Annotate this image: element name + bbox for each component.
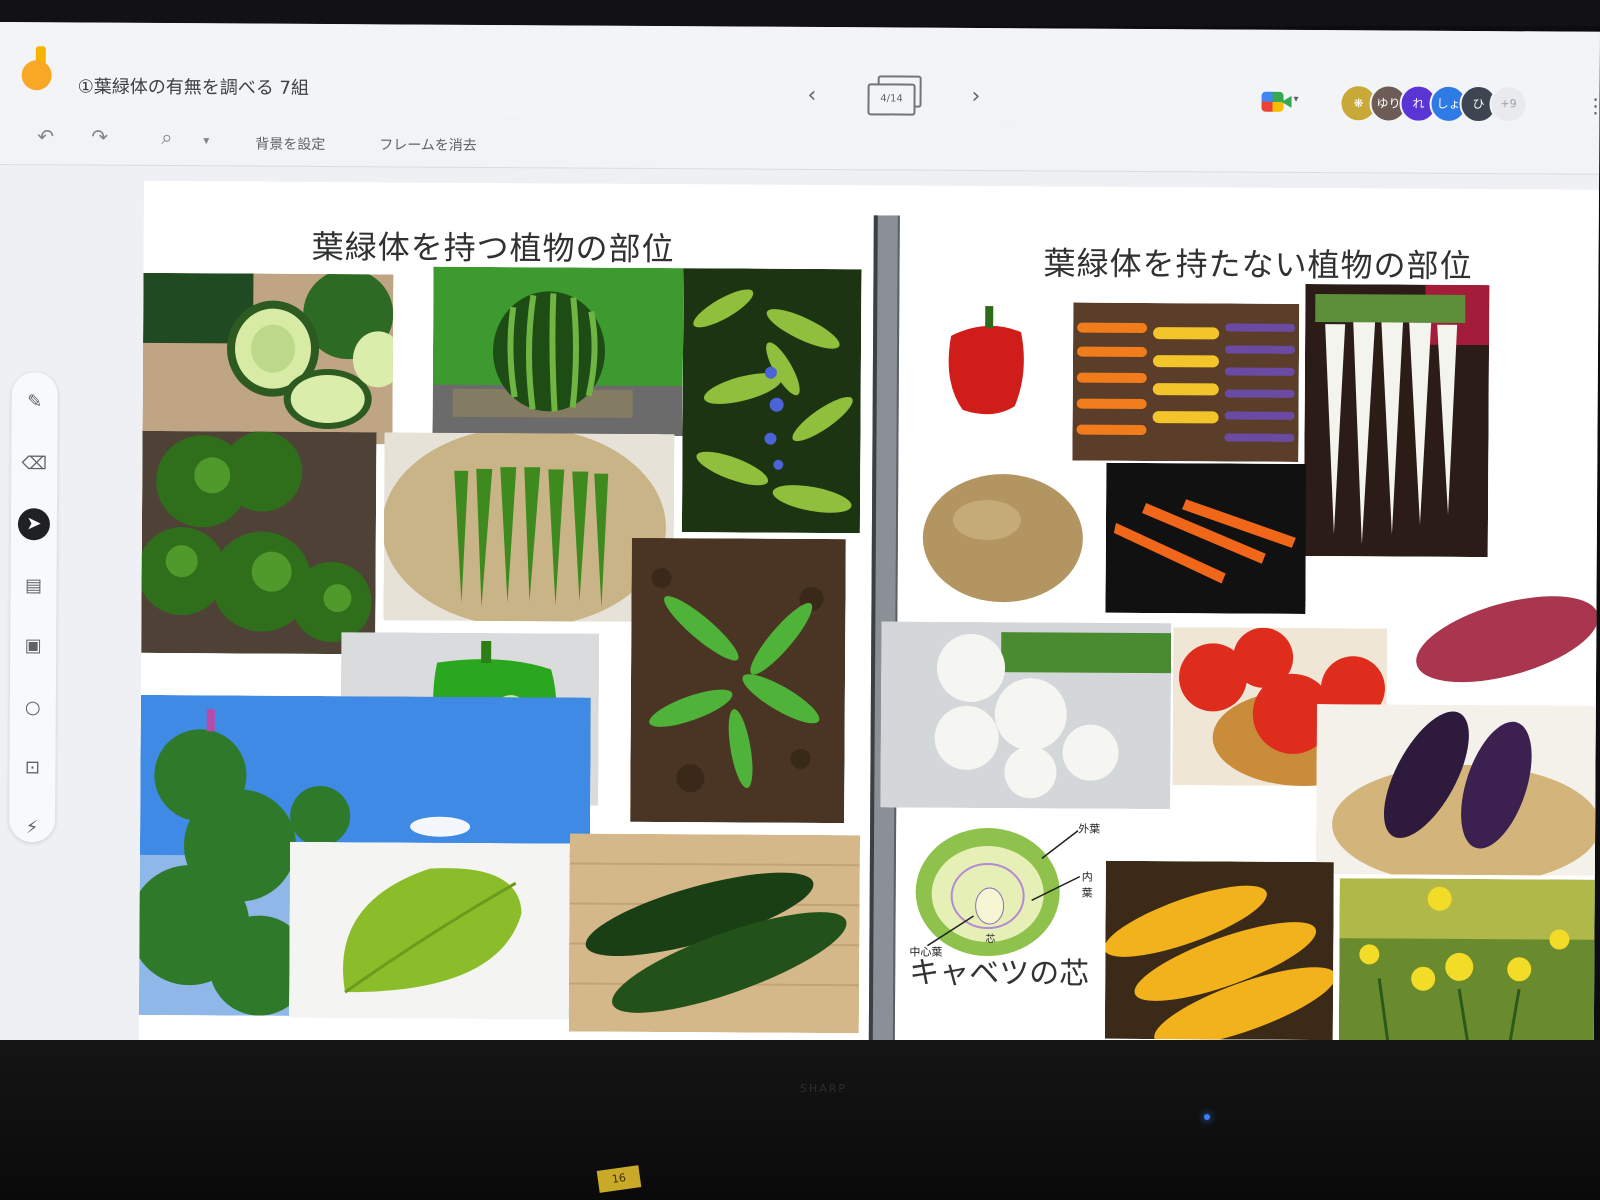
meet-icon: [1261, 91, 1284, 112]
clear-frame-button[interactable]: フレームを消去: [379, 134, 477, 155]
image-icon[interactable]: ▣: [17, 630, 49, 662]
app-bar: ①葉緑体の有無を調べる 7組 ‹ 4/14 › ▾ ❋ ゆり れ しょ ひ +9…: [0, 22, 1600, 124]
dandelion-photo[interactable]: [1338, 878, 1596, 1050]
redo-icon[interactable]: ↷: [91, 125, 108, 149]
plant-with-blue-flowers-photo[interactable]: [681, 268, 862, 534]
select-icon[interactable]: ➤: [17, 508, 51, 541]
inner-leaf-label: 内葉: [1081, 870, 1093, 900]
watermelon-photo[interactable]: [432, 266, 684, 437]
eraser-icon[interactable]: ⌫: [18, 448, 50, 480]
next-frame-button[interactable]: ›: [971, 84, 980, 109]
zoom-icon[interactable]: ⌕: [161, 125, 172, 149]
leaf-photo[interactable]: [288, 841, 570, 1020]
red-pepper-photo[interactable]: [932, 301, 1044, 423]
monitor-bezel-top: [0, 0, 1600, 26]
jamboard-screen: ①葉緑体の有無を調べる 7組 ‹ 4/14 › ▾ ❋ ゆり れ しょ ひ +9…: [0, 22, 1600, 1052]
frame-bar-toggle[interactable]: 4/14: [867, 75, 922, 116]
white-turnip-photo[interactable]: [880, 621, 1172, 810]
cucumber-photo[interactable]: [142, 272, 394, 445]
colorful-carrots-photo[interactable]: [1072, 302, 1300, 462]
sweet-potato-photo[interactable]: [1396, 588, 1598, 690]
right-heading[interactable]: 葉緑体を持たない植物の部位: [1043, 238, 1472, 287]
corn-photo[interactable]: [1104, 860, 1334, 1041]
monitor-brand: SHARP: [800, 1082, 848, 1095]
cabbage-core-label[interactable]: キャベツの芯: [909, 948, 1089, 993]
eggplant-photo[interactable]: [1315, 704, 1597, 876]
broccoli-photo[interactable]: [141, 430, 377, 655]
more-participants-badge[interactable]: +9: [1489, 85, 1528, 124]
zoom-dropdown-icon[interactable]: ▾: [203, 133, 209, 147]
daikon-radish-photo[interactable]: [1303, 283, 1490, 558]
chevron-down-icon: ▾: [1293, 93, 1299, 105]
previous-frame-button[interactable]: ‹: [807, 83, 816, 108]
power-indicator-icon: [1204, 1114, 1210, 1120]
core-label: 芯: [985, 934, 996, 946]
document-title[interactable]: ①葉緑体の有無を調べる 7組: [78, 72, 309, 99]
outer-leaf-label: 外葉: [1078, 822, 1101, 836]
circle-icon[interactable]: ○: [17, 692, 49, 724]
sticky-note-icon[interactable]: ▤: [17, 570, 49, 602]
undo-icon[interactable]: ↶: [37, 124, 54, 148]
toolbar: ↶ ↷ ⌕ ▾ 背景を設定 フレームを消去: [0, 113, 1600, 175]
more-options-icon[interactable]: ⋮: [1585, 94, 1600, 118]
pen-icon[interactable]: ✎: [19, 386, 51, 418]
zucchini-photo[interactable]: [568, 833, 861, 1034]
left-heading[interactable]: 葉緑体を持つ植物の部位: [312, 222, 675, 270]
potato-photo[interactable]: [916, 465, 1088, 607]
jam-canvas[interactable]: 葉緑体を持つ植物の部位 葉緑体を持たない植物の部位 外葉 内葉 中心葉 芯 キャ…: [138, 180, 1600, 1052]
meet-button[interactable]: ▾: [1261, 88, 1303, 118]
tool-rail: ✎ ⌫ ➤ ▤ ▣ ○ ⊡ ⚡: [8, 372, 58, 844]
text-box-icon[interactable]: ⊡: [16, 752, 48, 784]
frame-counter: 4/14: [867, 83, 916, 116]
jamboard-logo-icon[interactable]: [21, 46, 52, 91]
weed-seedling-photo[interactable]: [630, 537, 846, 824]
monitor-bezel-bottom: [0, 1040, 1600, 1200]
laser-icon[interactable]: ⚡: [16, 812, 48, 844]
set-background-button[interactable]: 背景を設定: [255, 134, 325, 154]
carrots-photo[interactable]: [1105, 462, 1307, 614]
